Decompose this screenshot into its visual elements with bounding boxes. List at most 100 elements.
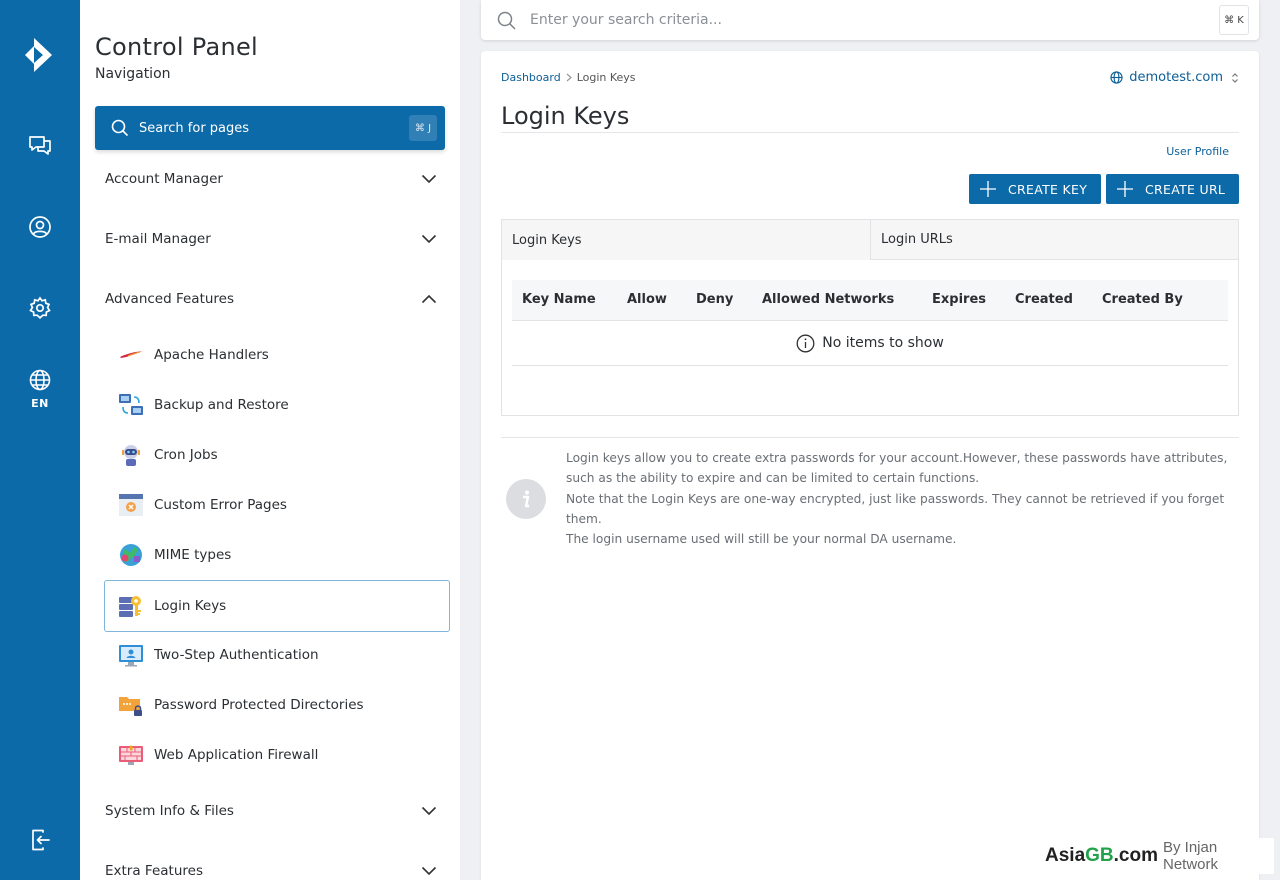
nav-item-apache-handlers[interactable]: Apache Handlers: [104, 329, 450, 381]
rail-messages-button[interactable]: [0, 126, 80, 166]
firewall-icon: [119, 745, 143, 765]
help-paragraph: The login username used will still be yo…: [566, 532, 957, 547]
chevron-down-icon: [421, 234, 437, 244]
nav-section-label: E-mail Manager: [105, 231, 211, 247]
nav-item-cron-jobs[interactable]: Cron Jobs: [104, 429, 450, 481]
user-circle-icon: [29, 216, 51, 238]
backup-icon: [119, 394, 143, 415]
tab-login-urls[interactable]: Login URLs: [871, 220, 1238, 260]
info-icon: [796, 334, 815, 352]
watermark-brand: AsiaGB.com: [1045, 845, 1158, 866]
nav-item-label: Backup and Restore: [154, 397, 289, 413]
nav-item-login-keys[interactable]: Login Keys: [104, 580, 450, 632]
nav-item-custom-error-pages[interactable]: Custom Error Pages: [104, 479, 450, 531]
tab-login-keys[interactable]: Login Keys: [502, 220, 871, 260]
user-profile-link[interactable]: User Profile: [1166, 145, 1229, 158]
page-title: Login Keys: [501, 102, 630, 130]
title-divider: [501, 132, 1239, 133]
help-text: Login keys allow you to create extra pas…: [566, 448, 1236, 549]
table-header: Key Name Allow Deny Allowed Networks Exp…: [512, 280, 1228, 321]
nav-subtitle: Navigation: [95, 66, 171, 82]
global-search-input[interactable]: [530, 12, 1190, 28]
rail-language-button[interactable]: EN: [0, 364, 80, 414]
nav-section-label: Account Manager: [105, 171, 223, 187]
column-created[interactable]: Created: [1015, 292, 1073, 307]
column-expires[interactable]: Expires: [932, 292, 986, 307]
column-deny[interactable]: Deny: [696, 292, 733, 307]
rail-settings-button[interactable]: [0, 288, 80, 328]
create-key-label: CREATE KEY: [1008, 181, 1088, 197]
nav-item-two-step-authentication[interactable]: Two-Step Authentication: [104, 629, 450, 681]
nav-item-label: Custom Error Pages: [154, 497, 287, 513]
column-allowed-networks[interactable]: Allowed Networks: [762, 292, 894, 307]
locked-folder-icon: [119, 697, 142, 716]
logo-icon: [25, 38, 52, 72]
nav-item-web-application-firewall[interactable]: Web Application Firewall: [104, 729, 450, 781]
watermark: AsiaGB.com By Injan Network: [1037, 838, 1274, 874]
logout-icon: [32, 829, 50, 851]
rail-logout-button[interactable]: [0, 820, 80, 860]
nav-section-label: Extra Features: [105, 863, 203, 879]
apache-feather-icon: [120, 351, 142, 358]
watermark-byline: By Injan Network: [1163, 839, 1219, 873]
logo-button[interactable]: [0, 30, 80, 80]
page-search-label: Search for pages: [139, 120, 250, 136]
nav-section-extra-features[interactable]: Extra Features: [105, 851, 440, 880]
robot-icon: [122, 445, 140, 466]
nav-item-backup-restore[interactable]: Backup and Restore: [104, 379, 450, 431]
nav-section-label: System Info & Files: [105, 803, 234, 819]
error-page-icon: [119, 494, 143, 516]
main-content-card: Dashboard Login Keys demotest.com Login …: [481, 51, 1259, 880]
chat-icon: [29, 136, 51, 155]
chevron-down-icon: [421, 174, 437, 184]
breadcrumb-dashboard-link[interactable]: Dashboard: [501, 71, 561, 84]
global-search-shortcut: ⌘ K: [1219, 5, 1249, 35]
page-search-button[interactable]: Search for pages ⌘ J: [95, 106, 445, 150]
gear-icon: [29, 296, 51, 319]
chevron-down-icon: [421, 806, 437, 816]
page-search-shortcut: ⌘ J: [409, 115, 437, 141]
key-icon: [119, 596, 141, 617]
nav-item-label: Two-Step Authentication: [154, 647, 319, 663]
rail-account-button[interactable]: [0, 207, 80, 247]
nav-section-system-info-files[interactable]: System Info & Files: [105, 791, 440, 831]
column-key-name[interactable]: Key Name: [522, 292, 596, 307]
nav-section-email-manager[interactable]: E-mail Manager: [105, 219, 440, 259]
create-url-button[interactable]: CREATE URL: [1106, 174, 1239, 204]
navigation-panel: Control Panel Navigation Search for page…: [80, 0, 460, 880]
nav-item-label: Apache Handlers: [154, 347, 269, 363]
app-rail: EN: [0, 0, 80, 880]
chevron-updown-icon: [1232, 72, 1238, 83]
domain-selector[interactable]: demotest.com: [1110, 70, 1239, 85]
tabs-container: Login Keys Login URLs Key Name Allow Den…: [501, 219, 1239, 416]
search-icon: [497, 11, 516, 30]
create-url-label: CREATE URL: [1145, 181, 1226, 197]
nav-section-advanced-features[interactable]: Advanced Features: [105, 279, 440, 319]
chevron-right-icon: [566, 73, 572, 82]
nav-item-label: Login Keys: [154, 598, 227, 614]
plus-icon: [980, 181, 996, 197]
empty-message: No items to show: [822, 335, 944, 351]
globe-icon: [1110, 71, 1123, 84]
globe-icon: [29, 369, 51, 390]
breadcrumb: Dashboard Login Keys: [501, 71, 636, 84]
column-allow[interactable]: Allow: [627, 292, 667, 307]
help-paragraph: Login keys allow you to create extra pas…: [566, 451, 1228, 486]
search-icon: [111, 119, 129, 137]
global-search-bar: ⌘ K: [481, 0, 1259, 40]
create-key-button[interactable]: CREATE KEY: [969, 174, 1101, 204]
globe-puzzle-icon: [120, 544, 142, 566]
breadcrumb-current: Login Keys: [576, 71, 636, 84]
nav-item-password-protected-directories[interactable]: Password Protected Directories: [104, 679, 450, 731]
monitor-user-icon: [119, 645, 143, 667]
nav-section-account-manager[interactable]: Account Manager: [105, 159, 440, 199]
nav-title: Control Panel: [95, 33, 259, 61]
column-created-by[interactable]: Created By: [1102, 292, 1183, 307]
nav-item-mime-types[interactable]: MIME types: [104, 529, 450, 581]
chevron-down-icon: [421, 866, 437, 876]
chevron-up-icon: [421, 294, 437, 304]
nav-item-label: Cron Jobs: [154, 447, 218, 463]
help-info-icon: [506, 479, 546, 519]
domain-name: demotest.com: [1129, 70, 1223, 85]
nav-section-label: Advanced Features: [105, 291, 235, 307]
